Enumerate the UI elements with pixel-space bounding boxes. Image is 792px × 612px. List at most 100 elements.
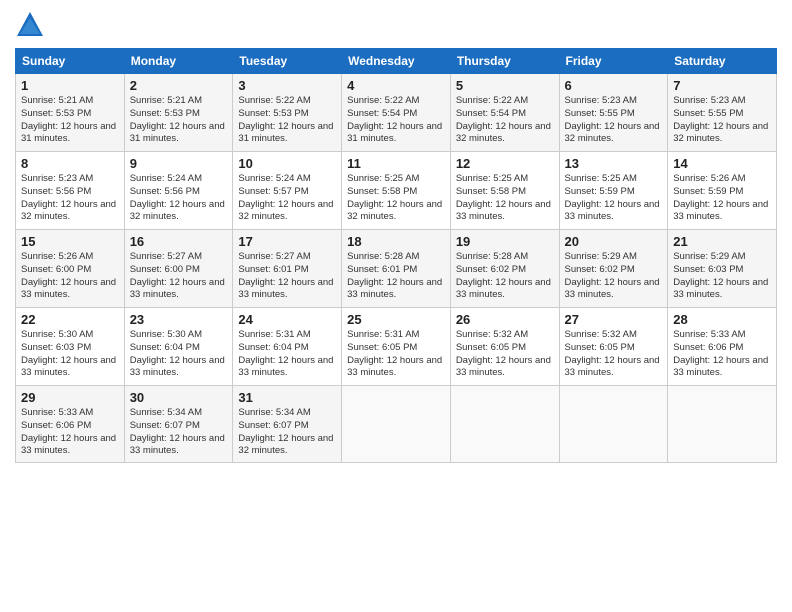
- calendar-day-cell: 22Sunrise: 5:30 AMSunset: 6:03 PMDayligh…: [16, 308, 125, 386]
- calendar-day-cell: 28 Sunrise: 5:33 AMSunset: 6:06 PMDayligh…: [668, 308, 777, 386]
- calendar-day-cell: 15Sunrise: 5:26 AMSunset: 6:00 PMDayligh…: [16, 230, 125, 308]
- calendar-day-cell: 19 Sunrise: 5:28 AMSunset: 6:02 PMDayligh…: [450, 230, 559, 308]
- day-number: 19: [456, 234, 554, 249]
- day-info: Sunrise: 5:31 AMSunset: 6:05 PMDaylight:…: [347, 329, 445, 380]
- day-number: 11: [347, 156, 445, 171]
- day-info: Sunrise: 5:34 AMSunset: 6:07 PMDaylight:…: [130, 407, 228, 458]
- weekday-header-row: SundayMondayTuesdayWednesdayThursdayFrid…: [16, 49, 777, 74]
- calendar-day-cell: 13 Sunrise: 5:25 AMSunset: 5:59 PMDayligh…: [559, 152, 668, 230]
- calendar-day-cell: [559, 386, 668, 463]
- day-info: Sunrise: 5:24 AMSunset: 5:57 PMDaylight:…: [238, 173, 336, 224]
- calendar-day-cell: 3 Sunrise: 5:22 AMSunset: 5:53 PMDaylight…: [233, 74, 342, 152]
- day-info: Sunrise: 5:22 AMSunset: 5:53 PMDaylight:…: [238, 95, 336, 146]
- day-number: 16: [130, 234, 228, 249]
- calendar-day-cell: 11 Sunrise: 5:25 AMSunset: 5:58 PMDayligh…: [342, 152, 451, 230]
- calendar-day-cell: 14Sunrise: 5:26 AMSunset: 5:59 PMDayligh…: [668, 152, 777, 230]
- day-info: Sunrise: 5:30 AMSunset: 6:04 PMDaylight:…: [130, 329, 228, 380]
- day-info: Sunrise: 5:25 AMSunset: 5:59 PMDaylight:…: [565, 173, 663, 224]
- weekday-header: Friday: [559, 49, 668, 74]
- calendar-day-cell: 29 Sunrise: 5:33 AMSunset: 6:06 PMDayligh…: [16, 386, 125, 463]
- weekday-header: Wednesday: [342, 49, 451, 74]
- day-number: 7: [673, 78, 771, 93]
- day-info: Sunrise: 5:33 AMSunset: 6:06 PMDaylight:…: [673, 329, 771, 380]
- calendar-day-cell: 5Sunrise: 5:22 AMSunset: 5:54 PMDaylight…: [450, 74, 559, 152]
- day-number: 15: [21, 234, 119, 249]
- calendar-day-cell: 20 Sunrise: 5:29 AMSunset: 6:02 PMDayligh…: [559, 230, 668, 308]
- calendar-week-row: 8 Sunrise: 5:23 AMSunset: 5:56 PMDaylight…: [16, 152, 777, 230]
- logo: [15, 10, 49, 40]
- day-info: Sunrise: 5:21 AMSunset: 5:53 PMDaylight:…: [130, 95, 228, 146]
- calendar-day-cell: 6 Sunrise: 5:23 AMSunset: 5:55 PMDaylight…: [559, 74, 668, 152]
- calendar-day-cell: 2Sunrise: 5:21 AMSunset: 5:53 PMDaylight…: [124, 74, 233, 152]
- day-info: Sunrise: 5:33 AMSunset: 6:06 PMDaylight:…: [21, 407, 119, 458]
- calendar-day-cell: 24 Sunrise: 5:31 AMSunset: 6:04 PMDayligh…: [233, 308, 342, 386]
- day-info: Sunrise: 5:27 AMSunset: 6:01 PMDaylight:…: [238, 251, 336, 302]
- calendar-day-cell: 21 Sunrise: 5:29 AMSunset: 6:03 PMDayligh…: [668, 230, 777, 308]
- calendar-week-row: 29 Sunrise: 5:33 AMSunset: 6:06 PMDayligh…: [16, 386, 777, 463]
- calendar-day-cell: 7Sunrise: 5:23 AMSunset: 5:55 PMDaylight…: [668, 74, 777, 152]
- day-number: 25: [347, 312, 445, 327]
- day-number: 8: [21, 156, 119, 171]
- day-info: Sunrise: 5:21 AMSunset: 5:53 PMDaylight:…: [21, 95, 119, 146]
- day-info: Sunrise: 5:29 AMSunset: 6:03 PMDaylight:…: [673, 251, 771, 302]
- calendar-day-cell: 12 Sunrise: 5:25 AMSunset: 5:58 PMDayligh…: [450, 152, 559, 230]
- day-number: 10: [238, 156, 336, 171]
- day-info: Sunrise: 5:23 AMSunset: 5:55 PMDaylight:…: [565, 95, 663, 146]
- day-info: Sunrise: 5:24 AMSunset: 5:56 PMDaylight:…: [130, 173, 228, 224]
- day-info: Sunrise: 5:23 AMSunset: 5:56 PMDaylight:…: [21, 173, 119, 224]
- calendar-day-cell: 10 Sunrise: 5:24 AMSunset: 5:57 PMDayligh…: [233, 152, 342, 230]
- day-number: 4: [347, 78, 445, 93]
- day-number: 22: [21, 312, 119, 327]
- day-number: 28: [673, 312, 771, 327]
- calendar-day-cell: 1 Sunrise: 5:21 AMSunset: 5:53 PMDaylight…: [16, 74, 125, 152]
- day-number: 13: [565, 156, 663, 171]
- day-info: Sunrise: 5:28 AMSunset: 6:01 PMDaylight:…: [347, 251, 445, 302]
- calendar-day-cell: 31Sunrise: 5:34 AMSunset: 6:07 PMDayligh…: [233, 386, 342, 463]
- day-number: 6: [565, 78, 663, 93]
- calendar-day-cell: 18Sunrise: 5:28 AMSunset: 6:01 PMDayligh…: [342, 230, 451, 308]
- header: [15, 10, 777, 40]
- calendar-day-cell: 17 Sunrise: 5:27 AMSunset: 6:01 PMDayligh…: [233, 230, 342, 308]
- calendar-week-row: 22Sunrise: 5:30 AMSunset: 6:03 PMDayligh…: [16, 308, 777, 386]
- calendar-day-cell: 27Sunrise: 5:32 AMSunset: 6:05 PMDayligh…: [559, 308, 668, 386]
- day-number: 9: [130, 156, 228, 171]
- day-info: Sunrise: 5:31 AMSunset: 6:04 PMDaylight:…: [238, 329, 336, 380]
- weekday-header: Tuesday: [233, 49, 342, 74]
- day-info: Sunrise: 5:26 AMSunset: 5:59 PMDaylight:…: [673, 173, 771, 224]
- weekday-header: Thursday: [450, 49, 559, 74]
- calendar-day-cell: 16 Sunrise: 5:27 AMSunset: 6:00 PMDayligh…: [124, 230, 233, 308]
- day-info: Sunrise: 5:32 AMSunset: 6:05 PMDaylight:…: [456, 329, 554, 380]
- calendar-day-cell: 26 Sunrise: 5:32 AMSunset: 6:05 PMDayligh…: [450, 308, 559, 386]
- day-number: 23: [130, 312, 228, 327]
- day-number: 31: [238, 390, 336, 405]
- day-number: 29: [21, 390, 119, 405]
- day-number: 26: [456, 312, 554, 327]
- day-info: Sunrise: 5:22 AMSunset: 5:54 PMDaylight:…: [347, 95, 445, 146]
- day-number: 24: [238, 312, 336, 327]
- day-number: 3: [238, 78, 336, 93]
- weekday-header: Saturday: [668, 49, 777, 74]
- calendar-day-cell: [668, 386, 777, 463]
- day-number: 12: [456, 156, 554, 171]
- calendar-day-cell: 8 Sunrise: 5:23 AMSunset: 5:56 PMDaylight…: [16, 152, 125, 230]
- weekday-header: Monday: [124, 49, 233, 74]
- calendar-day-cell: 30 Sunrise: 5:34 AMSunset: 6:07 PMDayligh…: [124, 386, 233, 463]
- day-number: 30: [130, 390, 228, 405]
- day-info: Sunrise: 5:27 AMSunset: 6:00 PMDaylight:…: [130, 251, 228, 302]
- main-container: SundayMondayTuesdayWednesdayThursdayFrid…: [0, 0, 792, 473]
- calendar-week-row: 1 Sunrise: 5:21 AMSunset: 5:53 PMDaylight…: [16, 74, 777, 152]
- day-number: 20: [565, 234, 663, 249]
- day-number: 5: [456, 78, 554, 93]
- day-info: Sunrise: 5:25 AMSunset: 5:58 PMDaylight:…: [456, 173, 554, 224]
- day-number: 27: [565, 312, 663, 327]
- day-number: 1: [21, 78, 119, 93]
- calendar-day-cell: [342, 386, 451, 463]
- day-number: 21: [673, 234, 771, 249]
- day-info: Sunrise: 5:29 AMSunset: 6:02 PMDaylight:…: [565, 251, 663, 302]
- calendar-day-cell: [450, 386, 559, 463]
- weekday-header: Sunday: [16, 49, 125, 74]
- calendar-day-cell: 23 Sunrise: 5:30 AMSunset: 6:04 PMDayligh…: [124, 308, 233, 386]
- day-info: Sunrise: 5:25 AMSunset: 5:58 PMDaylight:…: [347, 173, 445, 224]
- day-number: 17: [238, 234, 336, 249]
- day-info: Sunrise: 5:28 AMSunset: 6:02 PMDaylight:…: [456, 251, 554, 302]
